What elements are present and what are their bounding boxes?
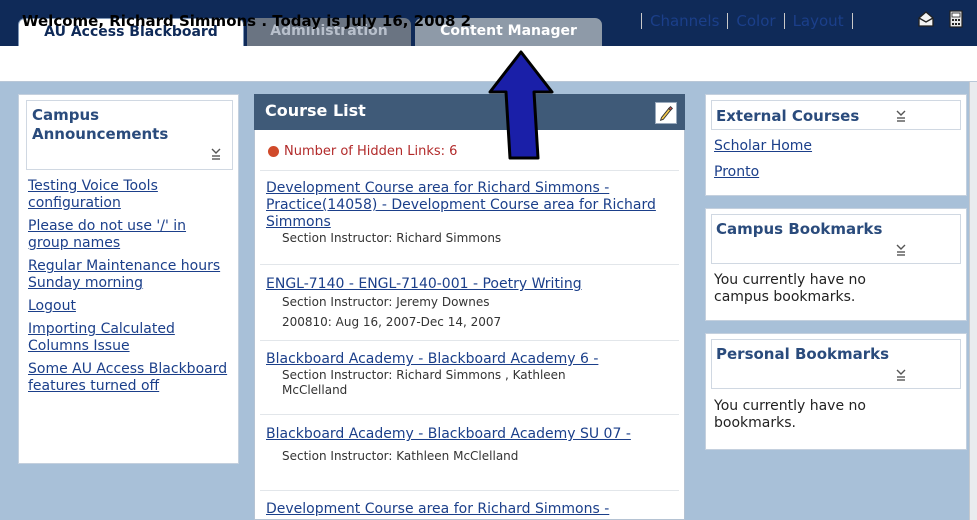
course-instructor: Section Instructor: Jeremy Downes (282, 295, 490, 309)
welcome-message: Welcome, Richard Simmons . Today is July… (22, 12, 472, 30)
course-list-title: Course List (265, 101, 366, 120)
separator (783, 13, 785, 29)
separator (641, 13, 642, 29)
announcements-title: Campus Announcements (32, 106, 168, 144)
personal-bookmarks-empty-text: You currently have no bookmarks. (714, 398, 866, 431)
announcement-item[interactable]: Testing Voice Tools configuration (28, 178, 228, 212)
warning-icon (268, 146, 279, 157)
divider (260, 170, 679, 171)
collapse-toggle-icon[interactable] (893, 367, 909, 383)
announcements-title-line2: Announcements (32, 125, 169, 143)
color-link[interactable]: Color (736, 12, 775, 30)
campus-bookmarks-empty-text: You currently have no campus bookmarks. (714, 272, 866, 305)
announcement-item[interactable]: Some AU Access Blackboard features turne… (28, 361, 228, 395)
divider (260, 264, 679, 265)
course-instructor: Section Instructor: Richard Simmons , Ka… (282, 368, 566, 397)
hidden-links-text: Number of Hidden Links: 6 (284, 144, 458, 159)
course-link[interactable]: Blackboard Academy - Blackboard Academy … (266, 351, 676, 368)
course-link[interactable]: ENGL-7140 - ENGL-7140-001 - Poetry Writi… (266, 276, 676, 293)
collapse-toggle-icon[interactable] (893, 108, 909, 124)
calculator-icon[interactable] (947, 10, 965, 28)
channels-link[interactable]: Channels (650, 12, 719, 30)
edit-pencil-icon[interactable] (655, 102, 677, 124)
announcements-list: Testing Voice Tools configuration Please… (28, 178, 228, 401)
announcement-item[interactable]: Importing Calculated Columns Issue (28, 321, 228, 355)
course-item: ENGL-7140 - ENGL-7140-001 - Poetry Writi… (266, 276, 676, 330)
layout-link[interactable]: Layout (793, 12, 844, 30)
personal-bookmarks-title: Personal Bookmarks (716, 345, 890, 363)
annotation-arrow (488, 50, 554, 160)
announcement-item[interactable]: Regular Maintenance hours Sunday morning (28, 258, 228, 292)
pronto-link[interactable]: Pronto (714, 164, 759, 180)
external-courses-title: External Courses (716, 107, 860, 125)
separator (851, 13, 853, 29)
envelope-icon[interactable] (917, 10, 935, 28)
course-item: Blackboard Academy - Blackboard Academy … (266, 351, 676, 398)
announcement-item[interactable]: Please do not use '/' in group names (28, 218, 228, 252)
course-link[interactable]: Blackboard Academy - Blackboard Academy … (266, 426, 676, 443)
divider (260, 414, 679, 415)
course-item: Blackboard Academy - Blackboard Academy … (266, 426, 676, 464)
course-term: 200810: Aug 16, 2007-Dec 14, 2007 (282, 315, 502, 329)
course-link[interactable]: Development Course area for Richard Simm… (266, 501, 676, 518)
course-instructor: Section Instructor: Kathleen McClelland (282, 449, 519, 463)
collapse-toggle-icon[interactable] (893, 242, 909, 258)
top-links: Channels Color Layout (633, 11, 861, 31)
divider (260, 490, 679, 491)
announcement-item[interactable]: Logout (28, 298, 228, 315)
announcements-title-line1: Campus (32, 106, 100, 124)
course-item: Development Course area for Richard Simm… (266, 501, 676, 518)
course-item: Development Course area for Richard Simm… (266, 180, 676, 246)
course-link[interactable]: Development Course area for Richard Simm… (266, 180, 676, 231)
separator (727, 13, 729, 29)
campus-bookmarks-title: Campus Bookmarks (716, 220, 883, 238)
scholar-home-link[interactable]: Scholar Home (714, 138, 812, 154)
scrollbar[interactable] (969, 82, 977, 520)
course-instructor: Section Instructor: Richard Simmons (282, 231, 502, 245)
collapse-toggle-icon[interactable] (208, 146, 224, 162)
divider (260, 340, 679, 341)
hidden-links-notice: Number of Hidden Links: 6 (268, 144, 457, 159)
